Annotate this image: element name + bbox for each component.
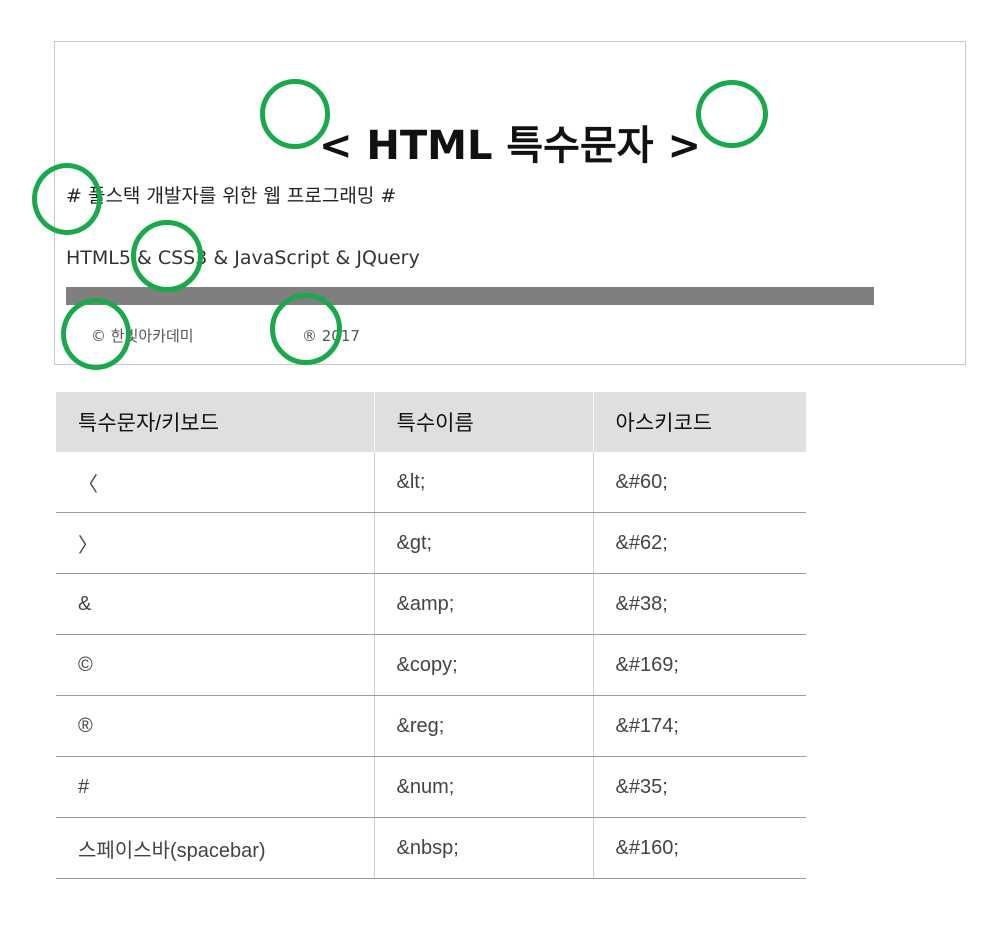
cell-character: # [56, 756, 374, 818]
highlight-circle-hash [32, 163, 102, 235]
special-characters-table: 특수문자/키보드 특수이름 아스키코드 〈 &lt; &#60; 〉 &gt; … [56, 392, 806, 879]
demo-subtitle: # 풀스택 개발자를 위한 웹 프로그래밍 # [66, 185, 397, 207]
highlight-circle-gt [696, 80, 768, 148]
header-ascii-code: 아스키코드 [592, 392, 806, 452]
cell-character: 〉 [56, 512, 374, 574]
cell-entity-name: &amp; [373, 573, 593, 635]
demo-horizontal-rule [66, 287, 874, 305]
highlight-circle-lt [260, 79, 330, 149]
cell-entity-name: &nbsp; [373, 817, 593, 879]
cell-ascii-code: &#38; [592, 573, 806, 635]
cell-character: © [56, 634, 374, 696]
title-text: HTML 특수문자 [366, 123, 654, 169]
table-row: ® &reg; &#174; [56, 695, 806, 757]
table-row: & &amp; &#38; [56, 573, 806, 635]
cell-ascii-code: &#174; [592, 695, 806, 757]
cell-ascii-code: &#62; [592, 512, 806, 574]
cell-ascii-code: &#169; [592, 634, 806, 696]
highlight-circle-copy [61, 298, 131, 370]
cell-character: 〈 [56, 452, 374, 513]
cell-entity-name: &num; [373, 756, 593, 818]
cell-ascii-code: &#60; [592, 452, 806, 513]
table-row: 〈 &lt; &#60; [56, 452, 806, 513]
cell-character: 스페이스바(spacebar) [56, 817, 374, 879]
cell-entity-name: &copy; [373, 634, 593, 696]
highlight-circle-reg [270, 293, 342, 365]
demo-title: < HTML 특수문자 > [55, 124, 965, 166]
title-gt-symbol: > [667, 123, 702, 169]
cell-entity-name: &lt; [373, 452, 593, 513]
cell-entity-name: &reg; [373, 695, 593, 757]
header-entity-name: 특수이름 [373, 392, 593, 452]
demo-tech-line: HTML5 & CSS3 & JavaScript & JQuery [66, 247, 420, 269]
table-row: © &copy; &#169; [56, 634, 806, 696]
cell-entity-name: &gt; [373, 512, 593, 574]
cell-ascii-code: &#160; [592, 817, 806, 879]
header-character: 특수문자/키보드 [56, 392, 374, 452]
table-row: 〉 &gt; &#62; [56, 512, 806, 574]
highlight-circle-amp [131, 220, 203, 292]
cell-character: & [56, 573, 374, 635]
table-header-row: 특수문자/키보드 특수이름 아스키코드 [56, 392, 806, 452]
table-row: # &num; &#35; [56, 756, 806, 818]
cell-character: ® [56, 695, 374, 757]
cell-ascii-code: &#35; [592, 756, 806, 818]
table-row: 스페이스바(spacebar) &nbsp; &#160; [56, 817, 806, 879]
